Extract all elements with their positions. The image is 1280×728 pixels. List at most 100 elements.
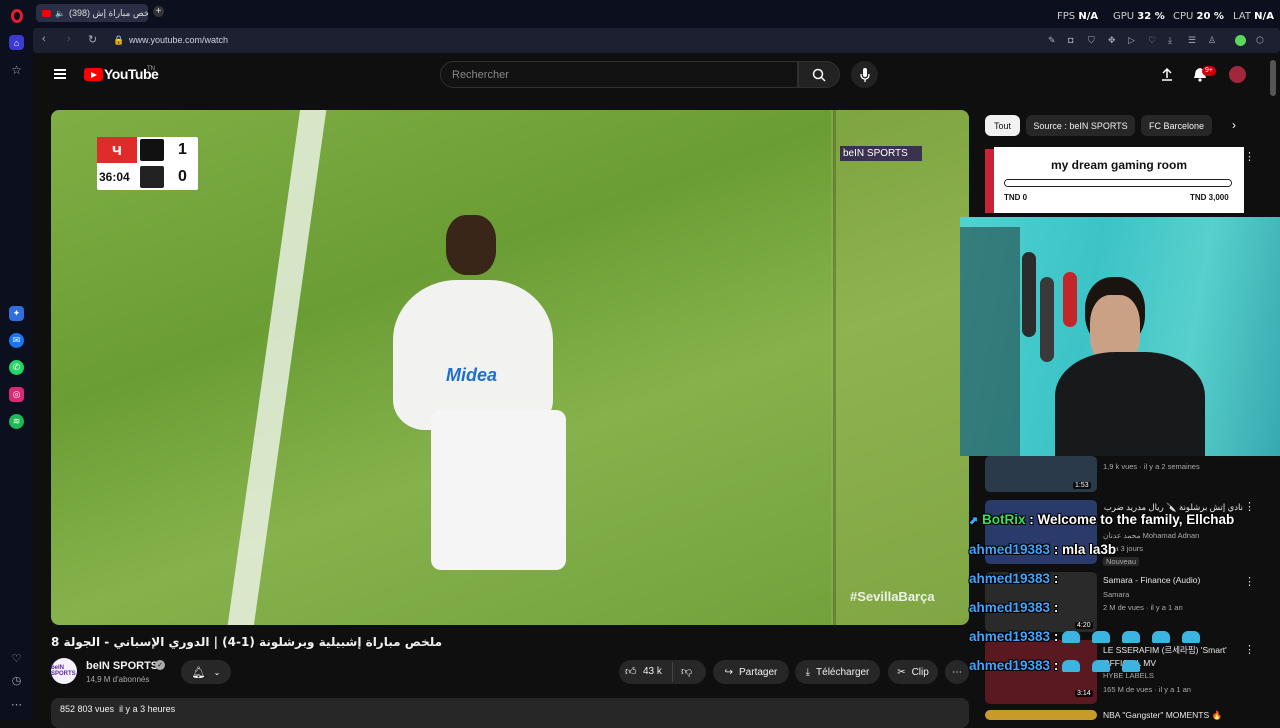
lock-icon: 🔒	[113, 35, 125, 45]
suggestion-thumb-edge	[985, 149, 994, 213]
like-count[interactable]: 43 k	[643, 666, 662, 677]
chat-emote-icon	[1122, 631, 1141, 644]
instagram-icon[interactable]: ◎	[9, 387, 24, 402]
like-icon[interactable]: 👍︎	[625, 665, 637, 678]
profile-icon[interactable]: ♙	[1208, 35, 1216, 46]
bell-icon: 🔔︎	[191, 666, 206, 679]
vpn-icon[interactable]	[1235, 35, 1246, 46]
barcelona-crest-icon	[140, 166, 164, 188]
chat-username: ahmed19383	[969, 629, 1051, 644]
away-score: 0	[178, 168, 187, 185]
chat-text: mla la3b	[1062, 542, 1117, 557]
video-duration: 1:53	[1073, 482, 1091, 489]
edit-icon[interactable]: ✎	[1048, 35, 1056, 46]
reload-icon[interactable]: ↻	[88, 33, 97, 46]
player-shirt	[393, 280, 553, 430]
download-button[interactable]: ⤓ Télécharger	[795, 660, 880, 684]
forward-icon[interactable]: ›	[67, 33, 71, 45]
camera-icon[interactable]: ◘	[1068, 35, 1073, 45]
more-actions-button[interactable]: ⋯	[945, 660, 969, 684]
channel-avatar[interactable]: beIN SPORTS	[51, 658, 77, 684]
new-tab-button[interactable]: +	[153, 6, 164, 17]
menu-icon[interactable]: ☰	[1188, 35, 1196, 46]
whatsapp-icon[interactable]: ✆	[9, 360, 24, 375]
home-icon[interactable]: ⌂	[9, 35, 24, 50]
kebab-menu-icon[interactable]: ⋮	[1244, 643, 1255, 656]
more-horizontal-icon: ⋯	[952, 666, 962, 678]
new-badge: Nouveau	[1103, 557, 1140, 566]
youtube-logo-icon[interactable]	[84, 68, 103, 81]
chat-message: ahmed19383 :	[969, 658, 1152, 673]
heart-outline-icon[interactable]: ♡	[1148, 35, 1156, 46]
history-icon[interactable]: ◷	[9, 673, 24, 688]
verified-icon: ✓	[155, 660, 165, 670]
opera-logo-icon[interactable]	[11, 9, 23, 23]
share-label: Partager	[739, 666, 778, 678]
chat-bot-icon: ⬈	[969, 515, 979, 527]
upload-icon[interactable]	[1160, 67, 1174, 81]
clip-button[interactable]: ✂ Clip	[888, 660, 938, 684]
sevilla-crest-icon	[140, 139, 164, 161]
chat-username: ahmed19383	[969, 600, 1051, 615]
video-hashtag: #SevillaBarça	[850, 589, 935, 604]
star-icon[interactable]: ☆	[9, 62, 24, 77]
donation-goal-title: my dream gaming room	[1050, 158, 1188, 172]
chat-emote-icon	[1062, 660, 1081, 673]
download-icon[interactable]: ⤓	[1168, 35, 1172, 46]
chat-username: ahmed19383	[969, 658, 1051, 673]
aria-icon[interactable]: ✦	[9, 306, 24, 321]
more-icon[interactable]: ⋯	[9, 697, 24, 712]
kebab-menu-icon[interactable]: ⋮	[1244, 150, 1255, 163]
play-icon[interactable]: ▷	[1128, 35, 1135, 46]
suggestion-thumbnail[interactable]	[985, 710, 1097, 720]
share-button[interactable]: ↪ Partager	[713, 660, 789, 684]
kebab-menu-icon[interactable]: ⋮	[1244, 575, 1255, 588]
browser-tab[interactable]: 🔈 (398) ملخص مباراة إش...	[36, 4, 148, 22]
home-score: 1	[178, 141, 187, 158]
messenger-icon[interactable]: ✉	[9, 333, 24, 348]
pitch-edge	[833, 110, 836, 625]
hamburger-menu-icon[interactable]	[54, 69, 66, 79]
chip-fc-barcelona[interactable]: FC Barcelone	[1141, 115, 1212, 136]
country-code: TN	[147, 66, 155, 72]
search-button[interactable]	[798, 61, 840, 88]
chip-all[interactable]: Tout	[985, 115, 1020, 136]
suggestion-title[interactable]: Samara - Finance (Audio)	[1103, 575, 1243, 585]
video-title: ملخص مباراة إشبيلية وبرشلونة (1-4) | الد…	[51, 635, 443, 649]
notifications-badge: 9+	[1202, 66, 1216, 76]
hud-cpu: CPU 20 %	[1173, 11, 1224, 22]
download-label: Télécharger	[816, 666, 870, 678]
shield-icon[interactable]: ⛉	[1088, 35, 1095, 46]
heart-icon[interactable]: ♡	[9, 651, 24, 666]
view-count-and-age: 852 803 vues il y a 3 heures	[60, 704, 176, 714]
chat-message: ahmed19383 :	[969, 629, 1212, 644]
channel-name[interactable]: beIN SPORTS	[86, 660, 158, 672]
extension-icon[interactable]: ✥	[1108, 35, 1116, 46]
settings-icon[interactable]: ⬡	[1256, 35, 1264, 46]
subscription-bell-button[interactable]: 🔔︎ ⌄	[181, 660, 231, 684]
match-clock: 36:04	[99, 170, 130, 184]
url-field[interactable]: www.youtube.com/watch	[129, 35, 228, 45]
chat-emote-icon	[1152, 631, 1171, 644]
chevron-right-icon[interactable]: ›	[1232, 118, 1236, 132]
kebab-menu-icon[interactable]: ⋮	[1244, 500, 1255, 513]
speaker-icon[interactable]: 🔈	[55, 9, 65, 18]
account-avatar[interactable]	[1229, 66, 1246, 83]
donation-min-amount: TND 0	[1004, 193, 1028, 202]
skateboard-1	[1022, 252, 1036, 337]
spotify-icon[interactable]: ≋	[9, 414, 24, 429]
description-box[interactable]	[51, 698, 969, 728]
voice-search-button[interactable]	[851, 61, 878, 88]
page-scrollbar[interactable]	[1270, 60, 1276, 96]
clip-label: Clip	[911, 666, 929, 678]
chip-source-bein[interactable]: Source : beIN SPORTS	[1026, 115, 1135, 136]
chat-message: ahmed19383 :	[969, 571, 1059, 586]
suggestion-channel: محمد عدنان Mohamad Adnan	[1103, 531, 1200, 540]
player-shorts	[431, 410, 566, 570]
chat-username: ahmed19383	[969, 571, 1051, 586]
suggestion-meta: 1,9 k vues · il y a 2 semaines	[1103, 462, 1200, 471]
dislike-icon[interactable]: 👎︎	[681, 665, 692, 678]
search-input[interactable]	[440, 61, 798, 88]
back-icon[interactable]: ‹	[42, 33, 46, 45]
suggestion-title[interactable]: NBA "Gangster" MOMENTS 🔥	[1103, 710, 1243, 721]
